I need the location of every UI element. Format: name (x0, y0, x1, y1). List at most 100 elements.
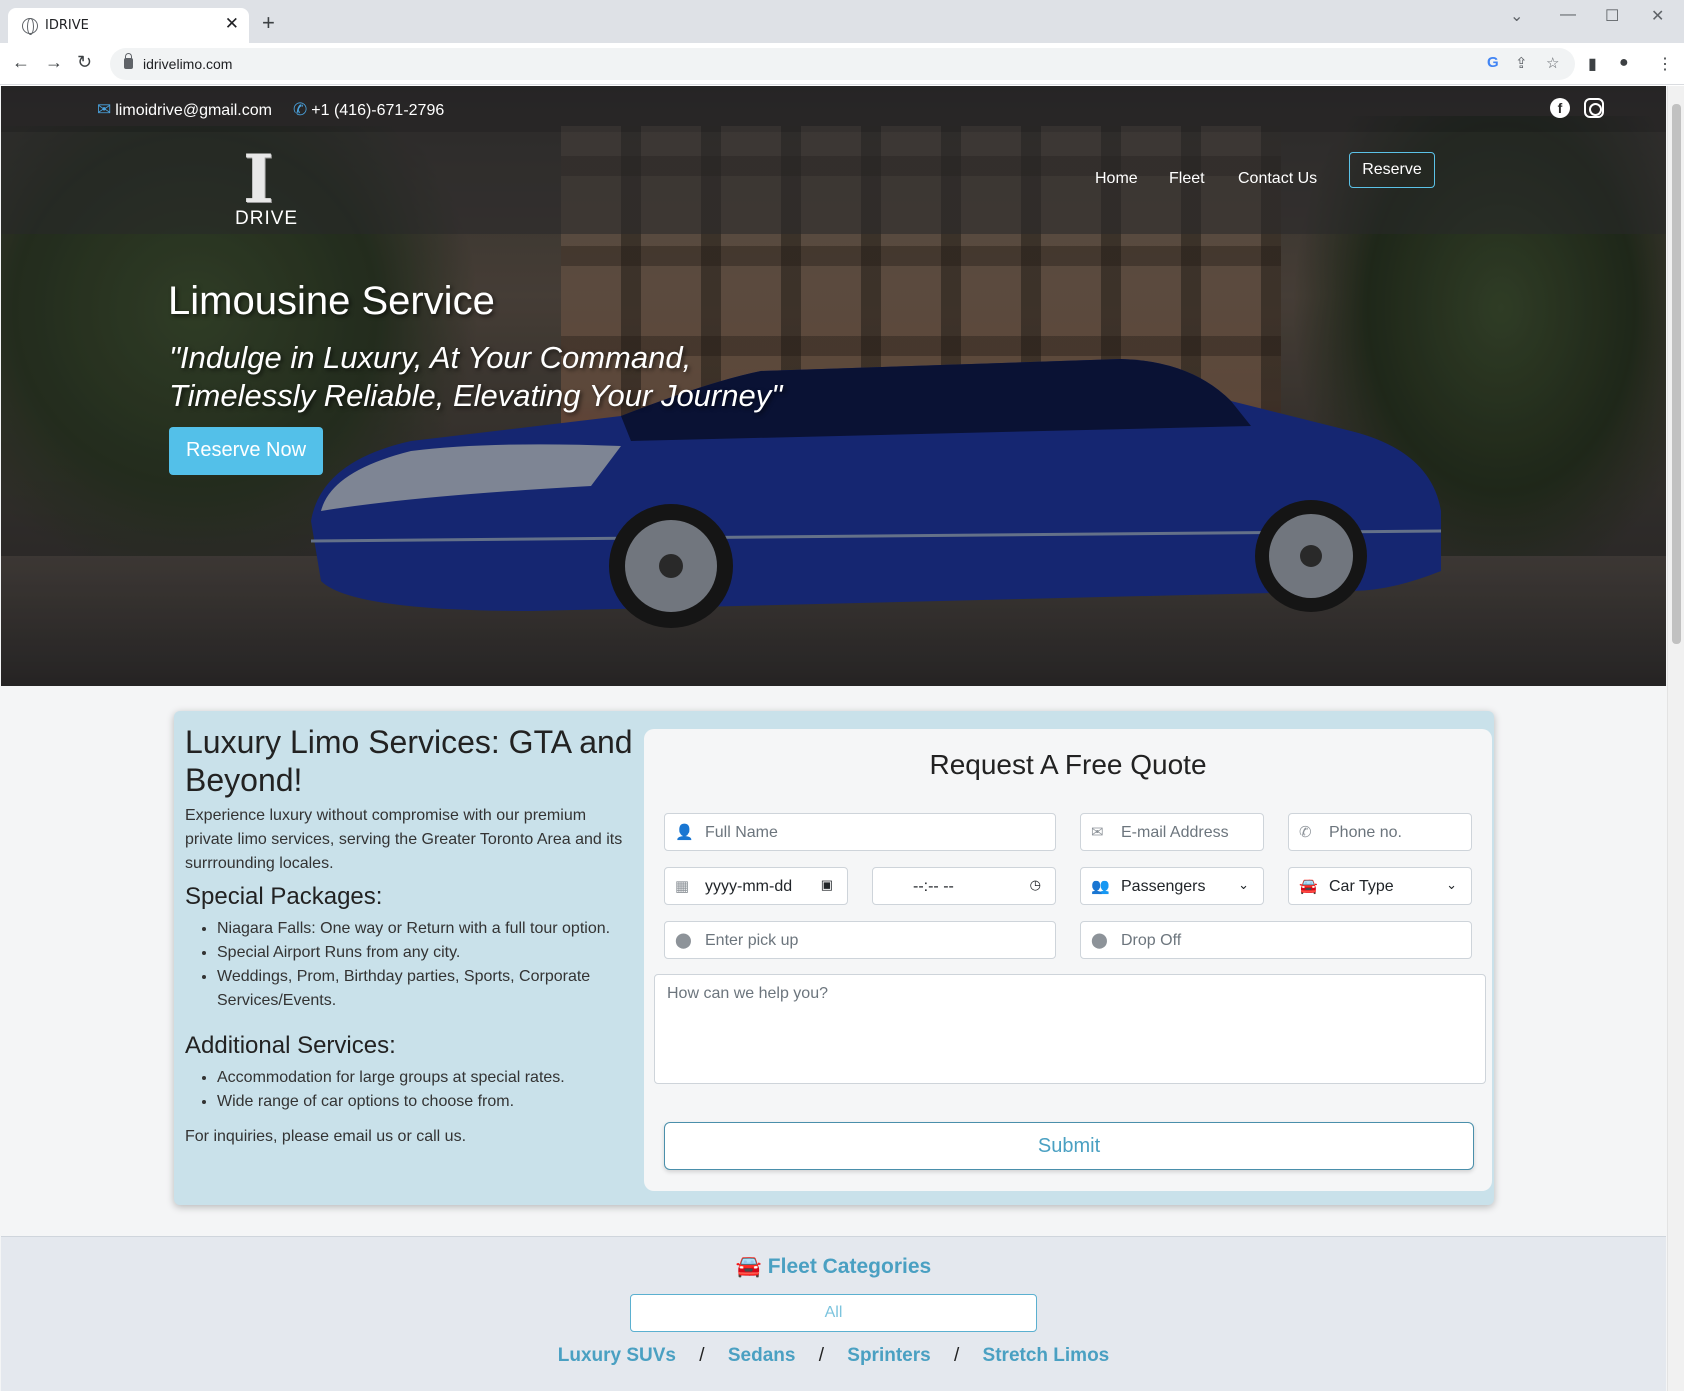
phone-icon: ✆ (1299, 824, 1312, 841)
calendar-picker-icon[interactable]: ▣ (821, 877, 833, 893)
passengers-label: Passengers (1121, 878, 1206, 895)
list-item: Special Airport Runs from any city. (217, 941, 637, 965)
additional-list: Accommodation for large groups at specia… (217, 1066, 637, 1114)
google-icon[interactable]: G (1487, 54, 1499, 71)
browser-tab[interactable]: IDRIVE ✕ (8, 8, 249, 43)
time-placeholder: --:-- -- (913, 878, 954, 895)
nav-home[interactable]: Home (1095, 170, 1138, 188)
reserve-now-button[interactable]: Reserve Now (169, 427, 323, 475)
hero-quote: "Indulge in Luxury, At Your Command, Tim… (169, 339, 869, 415)
phone-icon: ✆ (293, 100, 308, 119)
close-window-button[interactable]: ✕ (1651, 6, 1664, 26)
fleet-link-sedans[interactable]: Sedans (728, 1345, 796, 1366)
close-tab-icon[interactable]: ✕ (225, 14, 239, 34)
additional-heading: Additional Services: (185, 1032, 396, 1059)
minimize-button[interactable]: — (1560, 6, 1576, 24)
separator: / (953, 1345, 960, 1366)
date-placeholder: yyyy-mm-dd (705, 878, 793, 895)
hero-title: Limousine Service (168, 279, 495, 323)
fleet-title-text: Fleet Categories (767, 1255, 932, 1278)
envelope-icon: ✉ (1091, 824, 1104, 841)
dropoff-placeholder: Drop Off (1121, 932, 1182, 949)
list-item: Niagara Falls: One way or Return with a … (217, 917, 637, 941)
date-field[interactable]: ▦ yyyy-mm-dd ▣ (664, 867, 848, 905)
list-item: Weddings, Prom, Birthday parties, Sports… (217, 965, 637, 1013)
forward-icon[interactable]: → (45, 52, 63, 73)
car-icon: 🚘 (1299, 878, 1318, 895)
email-text: limoidrive@gmail.com (115, 102, 272, 119)
back-icon[interactable]: ← (12, 52, 30, 73)
fleet-link-sprinters[interactable]: Sprinters (847, 1345, 930, 1366)
calendar-icon: ▦ (675, 878, 690, 895)
facebook-icon[interactable]: f (1550, 98, 1570, 118)
maximize-button[interactable]: ☐ (1605, 6, 1619, 26)
new-tab-button[interactable]: + (262, 12, 275, 34)
clock-icon[interactable]: ◷ (1030, 877, 1041, 893)
car-type-label: Car Type (1329, 878, 1394, 895)
nav-fleet[interactable]: Fleet (1169, 170, 1205, 188)
browser-toolbar: ← → ↻ idrivelimo.com G ⇪ ☆ ▮ ● ⋮ (0, 43, 1684, 85)
services-heading: Luxury Limo Services: GTA and Beyond! (185, 724, 633, 798)
quote-title: Request A Free Quote (929, 749, 1207, 780)
nav-reserve-button[interactable]: Reserve (1349, 152, 1435, 188)
page-scrollbar[interactable] (1667, 86, 1684, 1391)
chevron-down-icon: ⌄ (1446, 877, 1457, 892)
reload-icon[interactable]: ↻ (77, 52, 92, 73)
globe-icon (22, 18, 38, 35)
quote-form: Request A Free Quote 👤 Full Name ✉ E-mai… (644, 729, 1492, 1191)
phone-link[interactable]: ✆ +1 (416)-671-2796 (293, 100, 444, 120)
time-field[interactable]: --:-- -- ◷ (872, 867, 1056, 905)
list-item: Wide range of car options to choose from… (217, 1090, 637, 1114)
inquiries-text: For inquiries, please email us or call u… (185, 1128, 467, 1145)
email-link[interactable]: ✉ limoidrive@gmail.com (97, 100, 272, 120)
nav-contact[interactable]: Contact Us (1238, 170, 1317, 188)
hero-quote-line2: Timelessly Reliable, Elevating Your Jour… (169, 378, 783, 413)
tab-title: IDRIVE (45, 18, 89, 33)
car-type-select[interactable]: 🚘 Car Type ⌄ (1288, 867, 1472, 905)
separator: / (699, 1345, 705, 1366)
hero-quote-line1: "Indulge in Luxury, At Your Command, (169, 340, 692, 375)
message-textarea[interactable]: How can we help you? (654, 974, 1486, 1084)
url-text: idrivelimo.com (143, 56, 233, 72)
packages-list: Niagara Falls: One way or Return with a … (217, 917, 637, 1013)
fleet-link-luxury-suvs[interactable]: Luxury SUVs (558, 1345, 676, 1366)
address-bar[interactable]: idrivelimo.com G ⇪ ☆ (110, 48, 1575, 80)
tab-search-icon[interactable]: ⌄ (1510, 6, 1523, 26)
message-placeholder: How can we help you? (667, 985, 828, 1002)
car-icon: 🚘 (735, 1255, 768, 1278)
menu-kebab-icon[interactable]: ⋮ (1657, 54, 1673, 74)
users-icon: 👥 (1091, 878, 1110, 895)
main-navbar: I DRIVE Home Fleet Contact Us Reserve (1, 132, 1666, 234)
share-icon[interactable]: ⇪ (1515, 54, 1528, 72)
full-name-field[interactable]: 👤 Full Name (664, 813, 1056, 851)
phone-text: +1 (416)-671-2796 (311, 102, 445, 119)
user-icon: 👤 (675, 824, 694, 841)
email-field[interactable]: ✉ E-mail Address (1080, 813, 1264, 851)
list-item: Accommodation for large groups at specia… (217, 1066, 637, 1090)
fleet-all-button[interactable]: All (630, 1294, 1037, 1332)
side-panel-icon[interactable]: ▮ (1588, 54, 1597, 74)
phone-field[interactable]: ✆ Phone no. (1288, 813, 1472, 851)
services-intro: Experience luxury without compromise wit… (185, 807, 623, 872)
bookmark-star-icon[interactable]: ☆ (1546, 54, 1559, 72)
pickup-field[interactable]: ⬤ Enter pick up (664, 921, 1056, 959)
pickup-placeholder: Enter pick up (705, 932, 799, 949)
map-marker-icon: ⬤ (1091, 932, 1108, 949)
email-placeholder: E-mail Address (1121, 824, 1229, 841)
web-page: ✉ limoidrive@gmail.com ✆ +1 (416)-671-2796… (0, 86, 1684, 1391)
scrollbar-thumb[interactable] (1672, 104, 1681, 644)
dropoff-field[interactable]: ⬤ Drop Off (1080, 921, 1472, 959)
lock-icon (124, 53, 133, 69)
chevron-down-icon: ⌄ (1238, 877, 1249, 892)
fleet-category-links: Luxury SUVs / Sedans / Sprinters / Stret… (1, 1345, 1666, 1367)
envelope-icon: ✉ (97, 100, 112, 119)
instagram-icon[interactable] (1584, 98, 1604, 118)
submit-button[interactable]: Submit (664, 1122, 1474, 1170)
fleet-link-stretch-limos[interactable]: Stretch Limos (983, 1345, 1110, 1366)
phone-placeholder: Phone no. (1329, 824, 1402, 841)
full-name-placeholder: Full Name (705, 824, 778, 841)
logo-word: DRIVE (235, 208, 299, 229)
profile-avatar-icon[interactable]: ● (1619, 54, 1629, 72)
passengers-select[interactable]: 👥 Passengers ⌄ (1080, 867, 1264, 905)
idrive-logo[interactable]: I DRIVE (233, 146, 303, 230)
